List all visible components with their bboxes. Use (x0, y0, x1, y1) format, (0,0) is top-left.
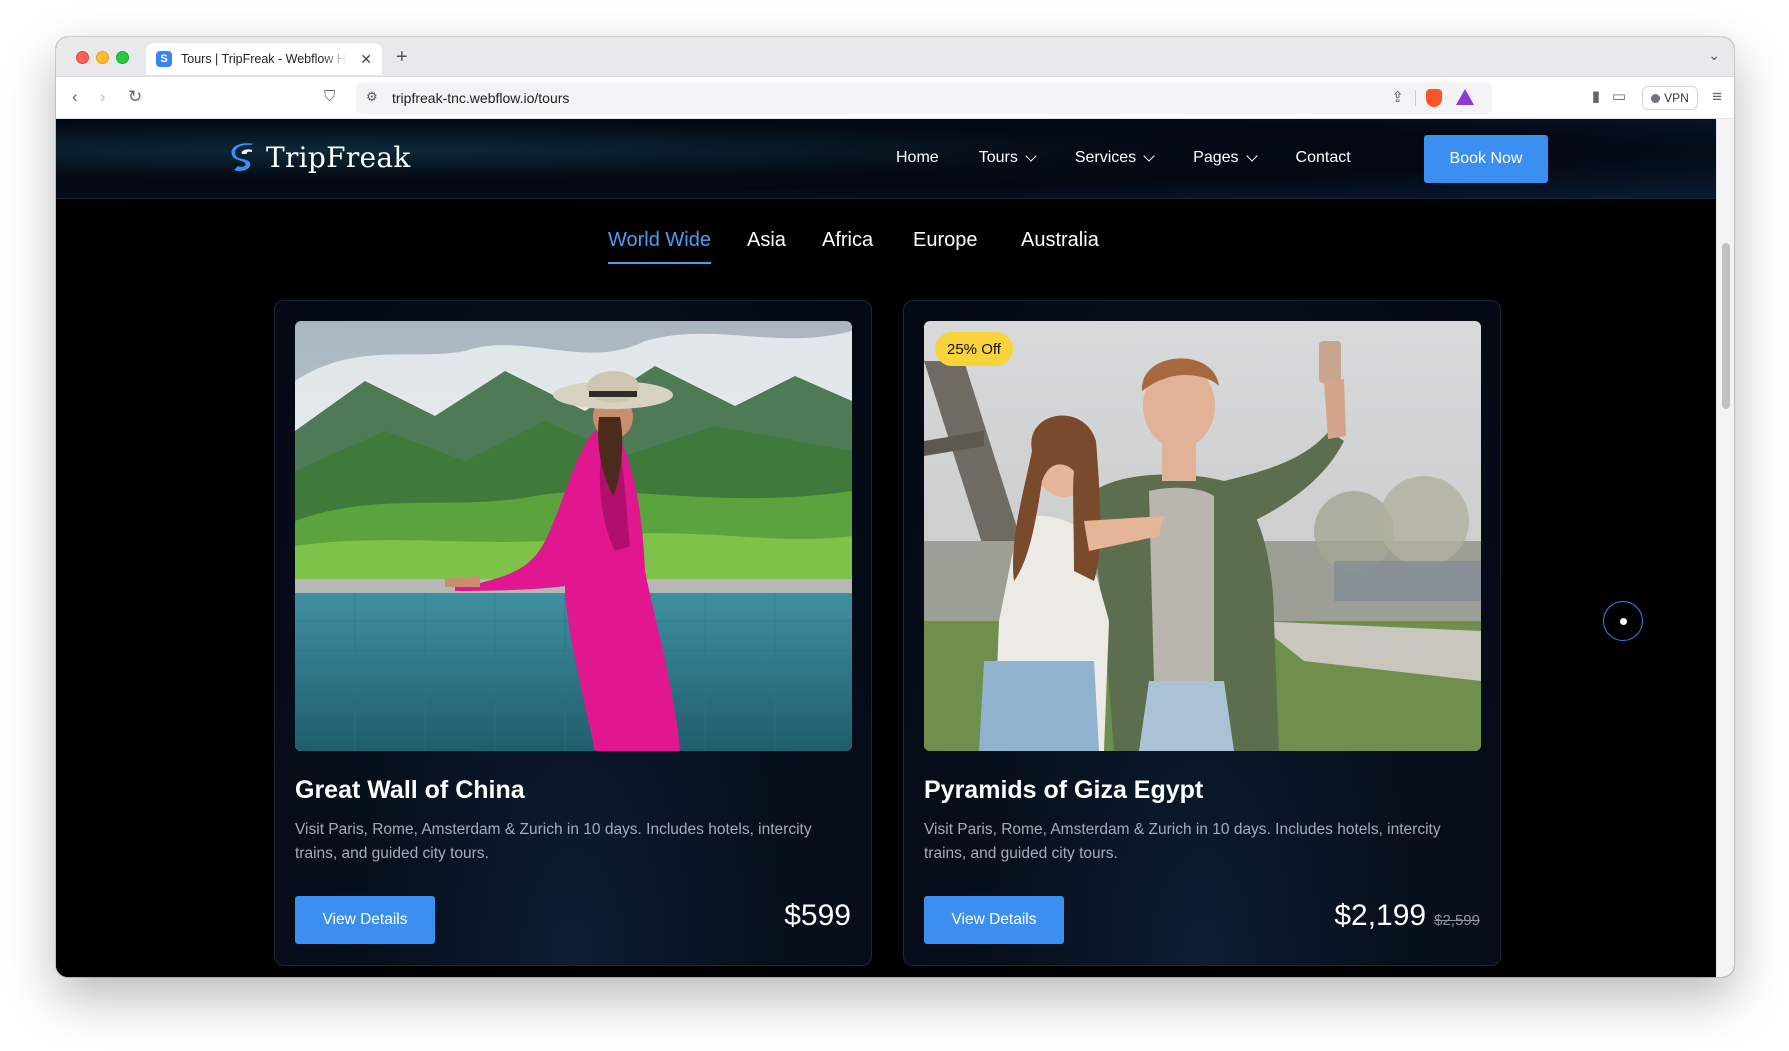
browser-toolbar: ‹ › ↻ ⛉ ⚙ tripfreak-tnc.webflow.io/tours… (56, 77, 1734, 119)
woman-overlooking-mountains-image (295, 321, 852, 751)
tour-card: Great Wall of China Visit Paris, Rome, A… (274, 300, 872, 966)
region-tabs: World Wide Asia Africa Europe Australia (56, 229, 1716, 269)
tour-price: $2,199 (1334, 899, 1427, 932)
bookmark-icon[interactable]: ⛉ (324, 87, 335, 107)
minimize-window-button[interactable] (96, 51, 109, 64)
price-block: $2,199 $2,599 (1334, 899, 1480, 933)
active-tab-underline (608, 262, 711, 264)
nav-tours[interactable]: Tours (979, 149, 1037, 167)
custom-cursor (1603, 601, 1643, 641)
menu-icon[interactable]: ≡ (1712, 87, 1722, 107)
browser-window: S Tours | TripFreak - Webflow H ✕ + ⌄ ‹ … (56, 37, 1734, 977)
site-logo[interactable]: TripFreak (228, 141, 411, 174)
browser-tab[interactable]: S Tours | TripFreak - Webflow H ✕ (146, 43, 382, 75)
price-block: $599 (784, 899, 851, 933)
view-details-button[interactable]: View Details (924, 896, 1064, 944)
tour-old-price: $2,599 (1434, 912, 1480, 929)
tour-image[interactable] (295, 321, 852, 751)
tab-list-chevron-icon[interactable]: ⌄ (1708, 47, 1720, 64)
share-icon[interactable]: ⇪ (1391, 88, 1404, 106)
reload-icon[interactable]: ↻ (128, 87, 142, 107)
cursor-dot (1619, 617, 1627, 625)
chevron-down-icon (1245, 149, 1258, 162)
logo-text: TripFreak (266, 141, 411, 174)
page-scrollbar[interactable] (1716, 119, 1734, 977)
tour-title[interactable]: Pyramids of Giza Egypt (924, 776, 1203, 805)
address-bar[interactable]: ⚙ tripfreak-tnc.webflow.io/tours ⇪ (356, 82, 1492, 114)
nav-home[interactable]: Home (896, 149, 939, 167)
tab-title: Tours | TripFreak - Webflow H (181, 52, 346, 66)
tab-australia[interactable]: Australia (1021, 229, 1099, 252)
vpn-status-icon (1651, 93, 1661, 103)
site-info-icon[interactable]: ⚙ (366, 89, 378, 105)
sidebar-icon[interactable]: ▮ (1592, 87, 1600, 107)
url-text[interactable]: tripfreak-tnc.webflow.io/tours (392, 90, 569, 106)
book-now-button[interactable]: Book Now (1424, 135, 1548, 183)
tour-image[interactable]: 25% Off (924, 321, 1481, 751)
vpn-label: VPN (1664, 91, 1689, 105)
brave-shields-icon[interactable] (1426, 89, 1442, 107)
discount-badge: 25% Off (935, 332, 1013, 366)
tour-price: $599 (784, 899, 851, 932)
tab-asia[interactable]: Asia (747, 229, 786, 252)
close-tab-icon[interactable]: ✕ (360, 51, 372, 68)
forward-icon[interactable]: › (100, 87, 106, 107)
brave-rewards-icon[interactable] (1456, 89, 1474, 105)
wallet-icon[interactable]: ▭ (1612, 87, 1626, 107)
maximize-window-button[interactable] (116, 51, 129, 64)
view-details-button[interactable]: View Details (295, 896, 435, 944)
nav-pages[interactable]: Pages (1193, 149, 1258, 167)
new-tab-icon[interactable]: + (396, 46, 408, 69)
tour-description: Visit Paris, Rome, Amsterdam & Zurich in… (924, 821, 1441, 862)
back-icon[interactable]: ‹ (72, 87, 78, 107)
tour-description: Visit Paris, Rome, Amsterdam & Zurich in… (295, 821, 812, 862)
site-header: TripFreak Home Tours Services Pages Cont… (56, 119, 1716, 199)
site-favicon-icon: S (156, 51, 172, 67)
url-divider (1415, 90, 1416, 106)
tab-africa[interactable]: Africa (822, 229, 873, 252)
tab-europe[interactable]: Europe (913, 229, 978, 252)
chevron-down-icon (1143, 149, 1155, 162)
close-window-button[interactable] (76, 51, 89, 64)
browser-tab-bar: S Tours | TripFreak - Webflow H ✕ + ⌄ (56, 37, 1734, 77)
chevron-down-icon (1025, 149, 1037, 162)
tour-card: 25% Off Pyramids of Giza Egypt Visit Par… (903, 300, 1501, 966)
main-nav: Home Tours Services Pages Contact (896, 149, 1391, 167)
vpn-button[interactable]: VPN (1642, 86, 1698, 110)
scrollbar-thumb[interactable] (1722, 243, 1730, 409)
tour-title[interactable]: Great Wall of China (295, 776, 525, 805)
tab-world-wide[interactable]: World Wide (608, 229, 711, 264)
nav-services[interactable]: Services (1075, 149, 1155, 167)
tripfreak-logo-icon (231, 142, 254, 171)
nav-contact[interactable]: Contact (1296, 149, 1351, 167)
couple-selfie-eiffel-tower-image (924, 321, 1481, 751)
page-content: TripFreak Home Tours Services Pages Cont… (56, 119, 1716, 977)
